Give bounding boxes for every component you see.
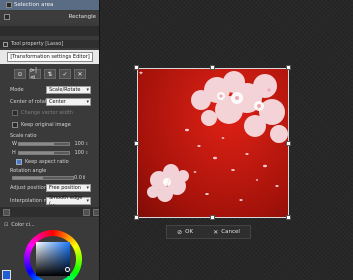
close-icon: ✕: [213, 228, 219, 236]
handle-top[interactable]: [210, 65, 215, 70]
panel-bottom-toolbar: [0, 207, 99, 217]
chevron-down-icon: ▾: [86, 98, 89, 105]
change-vector-width-row: Change vector width: [0, 108, 99, 118]
mode-value: Scale/Rotate: [49, 86, 81, 93]
adjust-position-select[interactable]: Free position ▾: [46, 183, 91, 192]
scale-w-slider[interactable]: [18, 141, 70, 146]
mode-select[interactable]: Scale/Rotate ▾: [46, 85, 91, 94]
cancel-icon[interactable]: ✕: [74, 69, 86, 79]
center-select[interactable]: Center ▾: [46, 97, 91, 106]
flip-horizontal-icon[interactable]: ⊳|⊲: [29, 67, 41, 81]
chevron-down-icon: ▾: [86, 184, 89, 191]
color-wheel[interactable]: [24, 230, 82, 280]
transform-title: [Transformation settings Editor]: [0, 50, 99, 64]
transform-image[interactable]: [137, 68, 289, 218]
transform-title-label: [Transformation settings Editor]: [7, 52, 93, 62]
change-vector-width-checkbox: [12, 110, 18, 116]
handle-left[interactable]: [134, 141, 139, 146]
interpolation-label: Interpolation method: [10, 197, 63, 204]
reference-point-icon[interactable]: ⌖: [139, 70, 146, 77]
keep-aspect-checkbox[interactable]: [16, 158, 22, 165]
color-marker[interactable]: [65, 267, 70, 272]
scale-ratio-label: Scale ratio: [10, 133, 37, 139]
check-circle-icon: ⊘: [177, 228, 183, 236]
interpolation-select[interactable]: Smooth edge (... ▾: [46, 194, 91, 207]
cancel-label: Cancel: [221, 229, 240, 235]
color-panel-header: ⊡ Color ci...: [0, 220, 99, 229]
layer-selection-area[interactable]: Selection area: [0, 0, 99, 10]
handle-top-left[interactable]: [134, 65, 139, 70]
scale-h-value[interactable]: 100: [74, 150, 84, 156]
ok-label: OK: [185, 229, 194, 235]
flip-vertical-icon[interactable]: ⇅: [44, 69, 56, 79]
keep-aspect-row: Keep aspect ratio: [0, 157, 99, 166]
adjust-position-row: Adjust position Free position ▾: [0, 182, 99, 193]
keep-aspect-label: Keep aspect ratio: [25, 158, 69, 165]
interpolation-value: Smooth edge (...: [49, 194, 83, 207]
scale-w-value[interactable]: 100: [74, 141, 84, 147]
keep-original-checkbox[interactable]: [12, 122, 18, 128]
color-panel-title: Color ci...: [11, 221, 35, 228]
wrench-icon[interactable]: [83, 208, 90, 216]
cancel-button[interactable]: ✕ Cancel: [213, 229, 240, 236]
tool-icon: [3, 41, 8, 47]
center-value: Center: [49, 98, 66, 105]
mode-label: Mode: [10, 86, 24, 93]
handle-top-right[interactable]: [286, 65, 291, 70]
rotation-slider[interactable]: [12, 175, 74, 180]
rotation-row: 0.0 ⇕: [0, 174, 99, 181]
layer-name: Selection area: [14, 2, 54, 8]
cherry-blossom-image: [147, 71, 288, 202]
keep-original-label: Keep original image: [21, 122, 71, 128]
change-vector-width-label: Change vector width: [21, 110, 73, 116]
spin-arrows-icon[interactable]: ⇕: [85, 150, 88, 155]
transform-icon-bar: ⊙ ⊳|⊲ ⇅ ✓ ✕: [0, 67, 99, 81]
confirm-icon[interactable]: ⊙: [14, 69, 26, 79]
center-row: Center of rotation Center ▾: [0, 96, 99, 107]
scale-w-row: W 100 ⇕: [0, 140, 99, 147]
interpolation-row: Interpolation method Smooth edge (... ▾: [0, 194, 99, 207]
spin-arrows-icon[interactable]: ⇕: [85, 141, 88, 146]
tool-property-header: Tool property [Lasso]: [0, 40, 99, 48]
tool-property-title: Tool property [Lasso]: [11, 41, 64, 47]
chevron-down-icon: ▾: [86, 86, 89, 93]
spin-arrows-icon[interactable]: ⇕: [82, 175, 86, 181]
menu-icon[interactable]: [93, 208, 99, 216]
tool-icon[interactable]: [3, 208, 10, 216]
handle-right[interactable]: [286, 141, 291, 146]
layer-row-empty[interactable]: [0, 26, 99, 36]
rotation-value[interactable]: 0.0: [74, 175, 82, 181]
adjust-position-value: Free position: [49, 184, 82, 191]
foreground-color-swatch[interactable]: [2, 270, 11, 280]
rotation-label-row: Rotation angle: [0, 167, 99, 174]
layer-visibility-checkbox[interactable]: [6, 2, 12, 8]
handle-bottom-left[interactable]: [134, 215, 139, 220]
handle-bottom-right[interactable]: [286, 215, 291, 220]
ok-icon[interactable]: ✓: [59, 69, 71, 79]
layer-name: Rectangle: [68, 14, 96, 20]
adjust-position-label: Adjust position: [10, 184, 48, 191]
chevron-down-icon: ▾: [86, 197, 89, 204]
mode-row: Mode Scale/Rotate ▾: [0, 84, 99, 95]
ok-button[interactable]: ⊘ OK: [177, 229, 193, 236]
layer-visibility-checkbox[interactable]: [4, 14, 10, 20]
left-panel: Selection area Rectangle Tool property […: [0, 0, 100, 280]
center-label: Center of rotation: [10, 98, 55, 105]
rotation-label: Rotation angle: [10, 167, 47, 174]
handle-bottom[interactable]: [210, 215, 215, 220]
scale-h-row: H 100 ⇕: [0, 149, 99, 156]
lock-icon[interactable]: ⊡: [4, 222, 8, 228]
transform-action-bar: ⊘ OK ✕ Cancel: [166, 225, 251, 239]
keep-original-row: Keep original image: [0, 120, 99, 130]
scale-h-slider[interactable]: [18, 150, 70, 155]
scale-ratio-label-row: Scale ratio: [0, 132, 99, 140]
layer-rectangle[interactable]: Rectangle: [0, 11, 99, 23]
